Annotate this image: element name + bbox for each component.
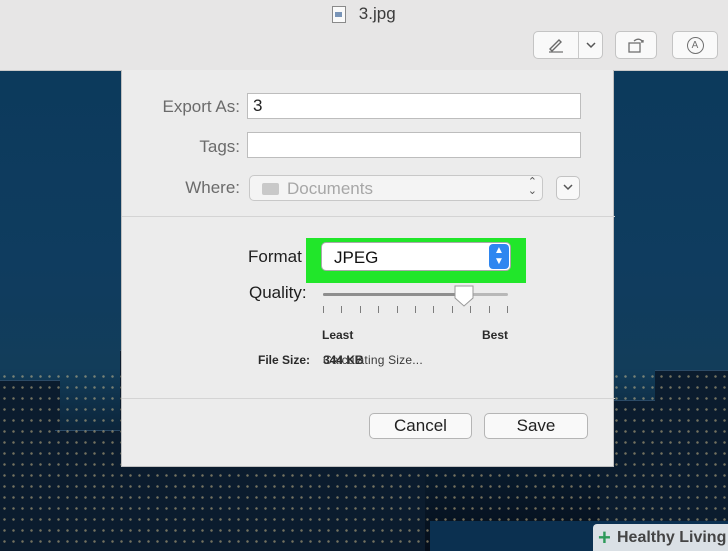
divider xyxy=(122,216,615,217)
slider-tick xyxy=(396,306,398,313)
folder-icon xyxy=(262,183,279,195)
watermark-logo: + Healthy Living xyxy=(593,524,728,551)
watermark-text: Healthy Living xyxy=(617,529,727,546)
tags-field[interactable] xyxy=(247,132,581,158)
rotate-icon xyxy=(628,38,644,53)
export-as-label: Export As: xyxy=(162,97,240,116)
tags-label: Tags: xyxy=(199,137,240,156)
quality-slider-ticks xyxy=(323,306,508,314)
where-label: Where: xyxy=(185,178,240,197)
image-document-icon xyxy=(332,5,347,23)
rotate-button[interactable] xyxy=(615,31,657,59)
slider-tick xyxy=(415,306,416,313)
expand-browser-button[interactable] xyxy=(556,176,580,200)
file-size-status: Calculating Size... xyxy=(323,353,423,367)
chevron-down-icon xyxy=(563,184,573,191)
where-value: Documents xyxy=(287,179,373,198)
quality-slider-track[interactable] xyxy=(323,293,508,296)
pen-icon[interactable] xyxy=(534,32,579,58)
markup-toolbar-group xyxy=(533,31,603,59)
slider-tick xyxy=(488,306,490,313)
slider-tick xyxy=(323,306,324,313)
quality-slider-thumb[interactable] xyxy=(454,285,474,307)
window-titlebar: 3.jpg A xyxy=(0,0,728,71)
chevron-down-icon[interactable] xyxy=(579,32,603,58)
markup-button[interactable]: A xyxy=(672,31,718,59)
slider-tick xyxy=(507,306,508,313)
updown-arrows-icon: ⌃ ⌄ xyxy=(527,176,537,197)
file-size-label: File Size: xyxy=(258,353,311,367)
slider-tick xyxy=(433,306,435,313)
slider-tick xyxy=(378,306,380,313)
quality-least-label: Least xyxy=(322,328,354,342)
save-button[interactable]: Save xyxy=(484,413,588,439)
window-title: 3.jpg xyxy=(0,4,728,24)
window-title-text: 3.jpg xyxy=(358,4,396,23)
markup-circle-icon: A xyxy=(686,36,704,54)
slider-tick xyxy=(359,306,361,313)
cancel-button[interactable]: Cancel xyxy=(369,413,472,439)
divider xyxy=(122,398,615,399)
export-as-field[interactable]: 3 xyxy=(247,93,581,119)
slider-tick xyxy=(470,306,472,313)
slider-tick xyxy=(341,306,343,313)
format-value: JPEG xyxy=(334,248,379,267)
format-label: Format xyxy=(248,247,302,266)
quality-best-label: Best xyxy=(482,328,509,342)
quality-label: Quality: xyxy=(249,283,307,302)
where-popup[interactable]: Documents ⌃ ⌄ xyxy=(249,175,543,201)
export-dialog: Export As: 3 Tags: Where: Documents ⌃ ⌄ F… xyxy=(121,70,615,467)
updown-arrows-icon: ▲ ▼ xyxy=(489,244,509,269)
slider-tick xyxy=(451,306,453,313)
plus-icon: + xyxy=(598,525,611,550)
format-popup[interactable]: JPEG ▲ ▼ xyxy=(321,242,511,271)
quality-slider-fill xyxy=(323,293,464,296)
